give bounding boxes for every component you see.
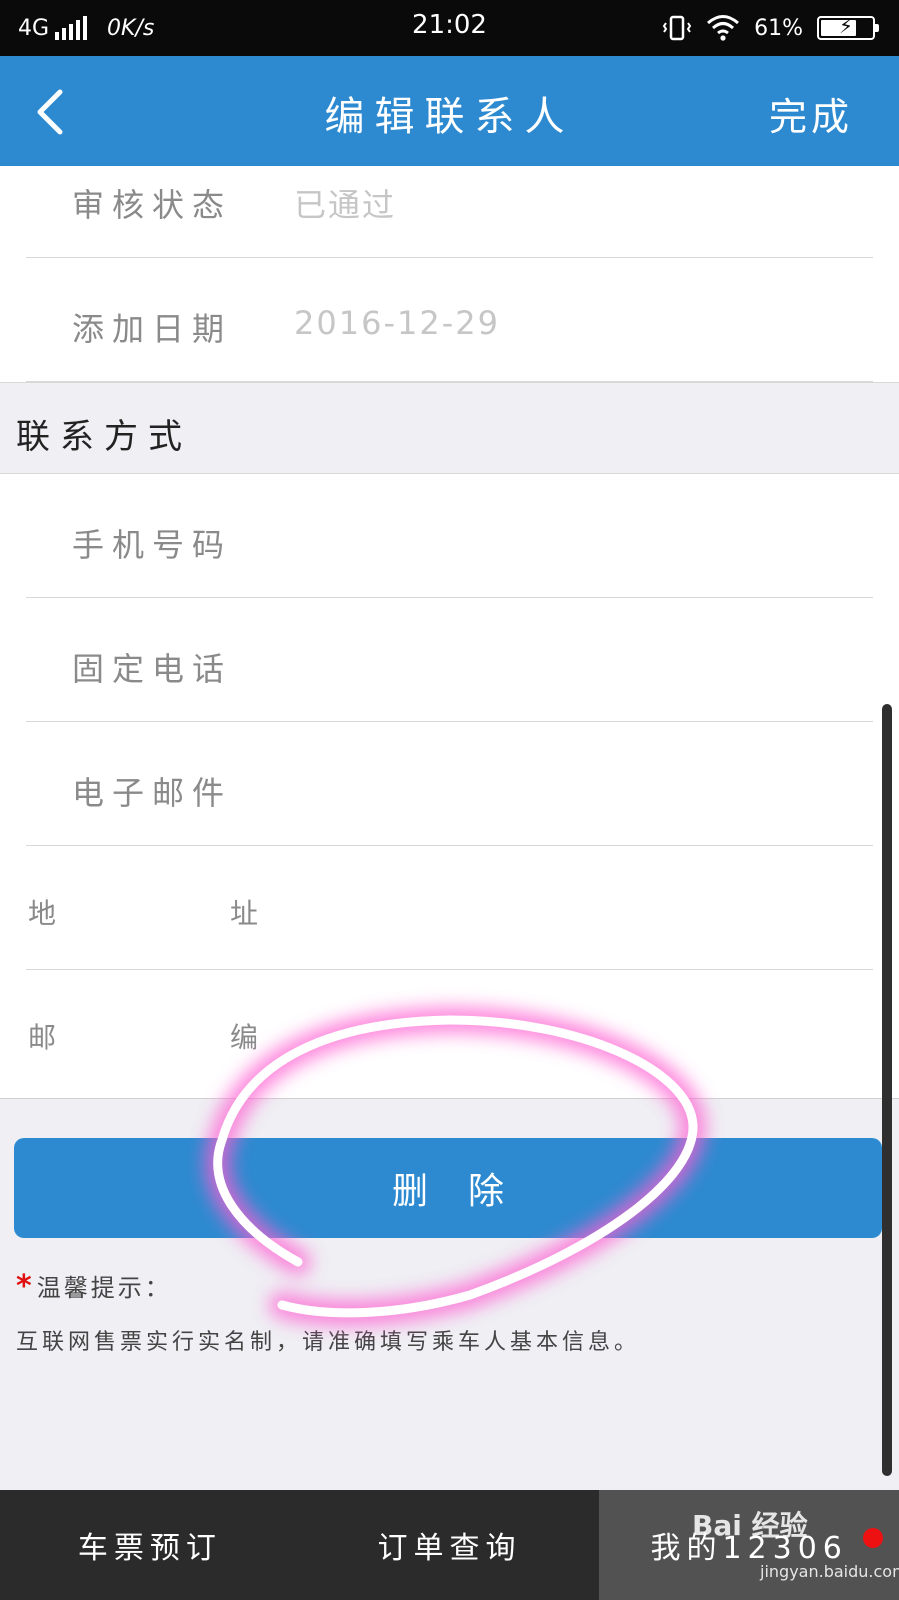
delete-button[interactable]: 删除 — [14, 1138, 882, 1238]
chevron-left-icon — [37, 89, 63, 135]
back-button[interactable] — [22, 84, 78, 140]
baidu-watermark: Bai 经验 — [692, 1509, 808, 1542]
baidu-watermark-url: jingyan.baidu.com — [760, 1562, 899, 1581]
landline-row[interactable]: 固定电话 — [26, 598, 873, 722]
add-date-row: 添加日期 2016-12-29 — [26, 258, 873, 382]
mobile-label: 手机号码 — [72, 526, 233, 564]
address-label-a: 地 — [28, 897, 57, 930]
review-status-value: 已通过 — [294, 186, 397, 224]
email-label: 电子邮件 — [72, 774, 233, 812]
tab-ticket-booking[interactable]: 车票预订 — [0, 1490, 300, 1600]
postcode-label-a: 邮 — [28, 1021, 57, 1054]
address-label-b: 址 — [230, 897, 259, 930]
battery-icon: ⚡ — [817, 14, 879, 40]
add-date-value: 2016-12-29 — [294, 304, 500, 342]
tip-title-text: 温馨提示： — [36, 1274, 172, 1302]
tip-body: 互联网售票实行实名制，请准确填写乘车人基本信息。 — [16, 1330, 641, 1355]
landline-label: 固定电话 — [72, 650, 233, 688]
review-status-row: 审核状态 已通过 — [26, 134, 873, 258]
tip-title: *温馨提示： — [16, 1268, 172, 1304]
notification-badge — [863, 1528, 884, 1548]
tab-ticket-booking-label: 车票预订 — [77, 1531, 222, 1566]
email-row[interactable]: 电子邮件 — [26, 722, 873, 846]
required-star-icon: * — [16, 1269, 35, 1304]
mobile-row[interactable]: 手机号码 — [26, 474, 873, 598]
address-row[interactable]: 地 址 — [26, 846, 873, 970]
contact-block: 手机号码 固定电话 电子邮件 地 址 邮 编 — [0, 474, 899, 1098]
tab-order-query[interactable]: 订单查询 — [300, 1490, 600, 1600]
contact-block-divider — [0, 1098, 899, 1099]
add-date-label: 添加日期 — [72, 310, 233, 348]
status-bar: 4G 0K/s 21:02 61% ⚡ — [0, 0, 899, 56]
postcode-row[interactable]: 邮 编 — [26, 970, 873, 1094]
review-status-label: 审核状态 — [72, 186, 233, 224]
postcode-label-b: 编 — [230, 1021, 259, 1054]
battery-percent: 61% — [754, 15, 803, 41]
vibrate-icon — [662, 15, 692, 41]
status-right: 61% ⚡ — [662, 12, 879, 44]
contact-section-title: 联系方式 — [16, 417, 192, 457]
delete-button-label: 删除 — [391, 1171, 544, 1212]
scrollbar[interactable] — [882, 704, 892, 1476]
contact-section-header: 联系方式 — [0, 382, 899, 474]
info-block: 审核状态 已通过 添加日期 2016-12-29 — [0, 166, 899, 382]
wifi-icon — [707, 15, 740, 41]
tab-order-query-label: 订单查询 — [377, 1531, 522, 1566]
done-button[interactable]: 完成 — [769, 86, 853, 141]
